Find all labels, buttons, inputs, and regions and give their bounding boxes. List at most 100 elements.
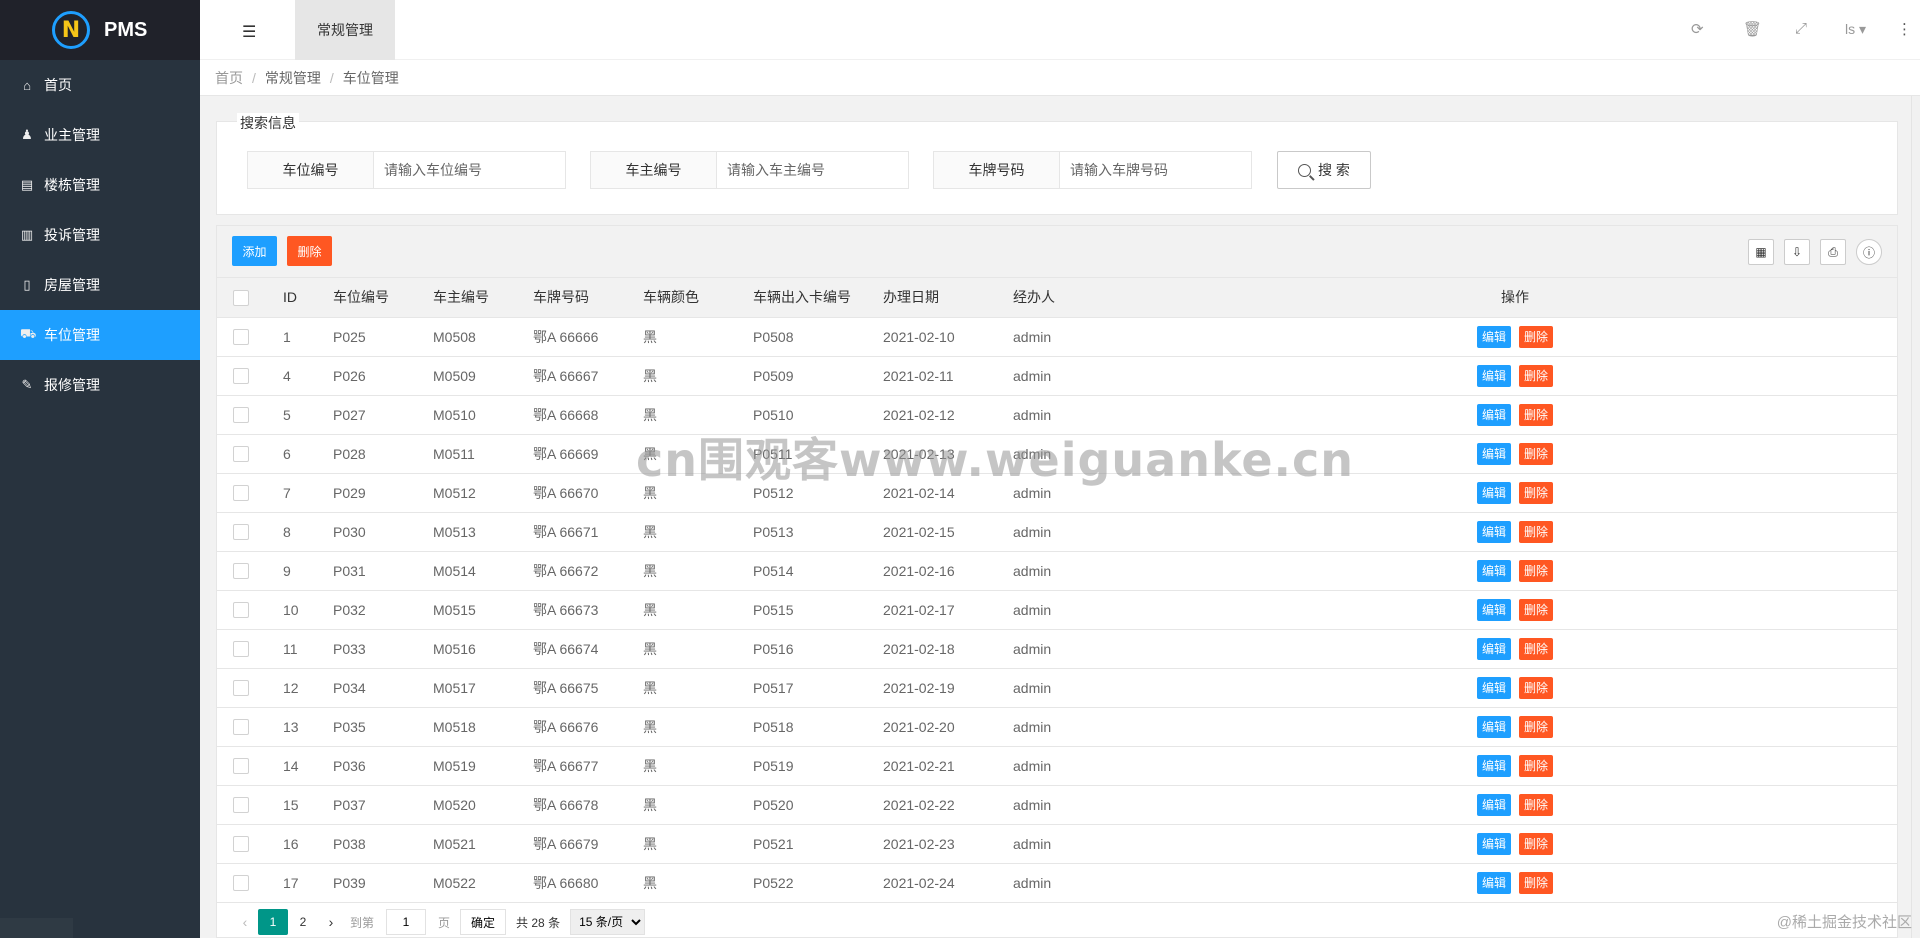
row-checkbox[interactable] [233, 758, 249, 775]
row-checkbox[interactable] [233, 602, 249, 619]
fullscreen-icon[interactable]: ⤢ [1795, 20, 1807, 37]
row-checkbox[interactable] [233, 446, 249, 463]
edit-button[interactable]: 编辑 [1477, 832, 1511, 855]
sidebar-item-0[interactable]: ⌂ 首页 [0, 60, 200, 110]
sidebar-item-3[interactable]: ▥ 投诉管理 [0, 210, 200, 260]
edit-button[interactable]: 编辑 [1477, 676, 1511, 699]
row-checkbox[interactable] [233, 524, 249, 541]
parking-no-input[interactable] [374, 152, 565, 188]
tab-general-management[interactable]: 常规管理 [295, 0, 395, 60]
sidebar-item-4[interactable]: ▯ 房屋管理 [0, 260, 200, 310]
delete-button[interactable]: 删除 [1519, 442, 1553, 465]
delete-button[interactable]: 删除 [1519, 364, 1553, 387]
row-checkbox[interactable] [233, 368, 249, 385]
page-size-select[interactable]: 15 条/页 [570, 909, 646, 935]
edit-button[interactable]: 编辑 [1477, 403, 1511, 426]
page-scrollbar[interactable] [1911, 96, 1920, 938]
cell-plate-no: 鄂A 66668 [533, 395, 643, 435]
edit-button[interactable]: 编辑 [1477, 754, 1511, 777]
breadcrumb-general[interactable]: 常规管理 [265, 68, 321, 88]
row-checkbox[interactable] [233, 407, 249, 424]
row-actions: 编辑 删除 [1133, 473, 1897, 513]
user-menu[interactable]: ls ▾ [1845, 21, 1866, 38]
menu-toggle-icon[interactable]: ☰ [242, 22, 256, 42]
delete-button[interactable]: 删除 [1519, 481, 1553, 504]
delete-button[interactable]: 删除 [1519, 754, 1553, 777]
edit-button[interactable]: 编辑 [1477, 559, 1511, 582]
row-checkbox[interactable] [233, 680, 249, 697]
batch-delete-button[interactable]: 删除 [287, 236, 332, 266]
owner-no-input[interactable] [717, 152, 908, 188]
col-id[interactable]: ID [283, 278, 333, 318]
row-checkbox[interactable] [233, 329, 249, 346]
total-count: 共 28 条 [516, 915, 561, 930]
delete-button[interactable]: 删除 [1519, 598, 1553, 621]
delete-button[interactable]: 删除 [1519, 793, 1553, 816]
breadcrumb-home[interactable]: 首页 [215, 68, 243, 88]
row-checkbox[interactable] [233, 563, 249, 580]
logo[interactable]: N PMS [0, 0, 200, 60]
edit-button[interactable]: 编辑 [1477, 715, 1511, 738]
row-checkbox[interactable] [233, 719, 249, 736]
info-icon[interactable]: ⓘ [1856, 239, 1882, 265]
sidebar-item-6[interactable]: ✎ 报修管理 [0, 360, 200, 410]
trash-icon[interactable]: 🗑 [1743, 20, 1762, 38]
delete-button[interactable]: 删除 [1519, 676, 1553, 699]
delete-button[interactable]: 删除 [1519, 637, 1553, 660]
select-all-checkbox[interactable] [233, 289, 249, 306]
delete-button[interactable]: 删除 [1519, 832, 1553, 855]
edit-button[interactable]: 编辑 [1477, 481, 1511, 504]
delete-button[interactable]: 删除 [1519, 559, 1553, 582]
row-checkbox[interactable] [233, 836, 249, 853]
row-actions: 编辑 删除 [1133, 629, 1897, 669]
edit-button[interactable]: 编辑 [1477, 598, 1511, 621]
cell-color: 黑 [643, 824, 753, 864]
print-icon[interactable]: ⎙ [1820, 239, 1846, 265]
col-card-no[interactable]: 车辆出入卡编号 [753, 278, 883, 318]
cell-owner-no: M0519 [433, 746, 533, 786]
col-owner-no[interactable]: 车主编号 [433, 278, 533, 318]
search-button[interactable]: 搜 索 [1277, 151, 1371, 189]
cell-parking-no: P030 [333, 512, 433, 552]
plate-no-input[interactable] [1060, 152, 1251, 188]
row-checkbox[interactable] [233, 875, 249, 892]
next-page-icon[interactable]: › [318, 914, 344, 930]
edit-button[interactable]: 编辑 [1477, 637, 1511, 660]
delete-button[interactable]: 删除 [1519, 403, 1553, 426]
edit-button[interactable]: 编辑 [1477, 325, 1511, 348]
prev-page-icon[interactable]: ‹ [232, 914, 258, 930]
parking-table: ID 车位编号 车主编号 车牌号码 车辆颜色 车辆出入卡编号 办理日期 经办人 … [217, 278, 1897, 903]
delete-button[interactable]: 删除 [1519, 520, 1553, 543]
row-checkbox[interactable] [233, 797, 249, 814]
col-operator[interactable]: 经办人 [1013, 278, 1133, 318]
page-1[interactable]: 1 [258, 909, 288, 935]
edit-button[interactable]: 编辑 [1477, 520, 1511, 543]
col-date[interactable]: 办理日期 [883, 278, 1013, 318]
edit-button[interactable]: 编辑 [1477, 364, 1511, 387]
col-parking-no[interactable]: 车位编号 [333, 278, 433, 318]
delete-button[interactable]: 删除 [1519, 871, 1553, 894]
page-2[interactable]: 2 [288, 909, 318, 935]
more-icon[interactable]: ⋮ [1897, 20, 1912, 38]
delete-button[interactable]: 删除 [1519, 325, 1553, 348]
cell-plate-no: 鄂A 66678 [533, 785, 643, 825]
row-checkbox[interactable] [233, 485, 249, 502]
refresh-icon[interactable]: ⟳ [1691, 20, 1704, 38]
export-icon[interactable]: ⇩ [1784, 239, 1810, 265]
col-plate-no[interactable]: 车牌号码 [533, 278, 643, 318]
sidebar-item-1[interactable]: ♟ 业主管理 [0, 110, 200, 160]
edit-button[interactable]: 编辑 [1477, 442, 1511, 465]
cell-parking-no: P026 [333, 356, 433, 396]
sidebar-item-5[interactable]: ⛟ 车位管理 [0, 310, 200, 360]
goto-confirm-button[interactable]: 确定 [460, 909, 507, 935]
row-checkbox[interactable] [233, 641, 249, 658]
edit-button[interactable]: 编辑 [1477, 871, 1511, 894]
delete-button[interactable]: 删除 [1519, 715, 1553, 738]
edit-button[interactable]: 编辑 [1477, 793, 1511, 816]
col-color[interactable]: 车辆颜色 [643, 278, 753, 318]
sidebar-item-label: 首页 [44, 77, 72, 93]
columns-filter-icon[interactable]: ▦ [1748, 239, 1774, 265]
sidebar-item-2[interactable]: ▤ 楼栋管理 [0, 160, 200, 210]
add-button[interactable]: 添加 [232, 236, 277, 266]
goto-page-input[interactable] [386, 909, 427, 935]
